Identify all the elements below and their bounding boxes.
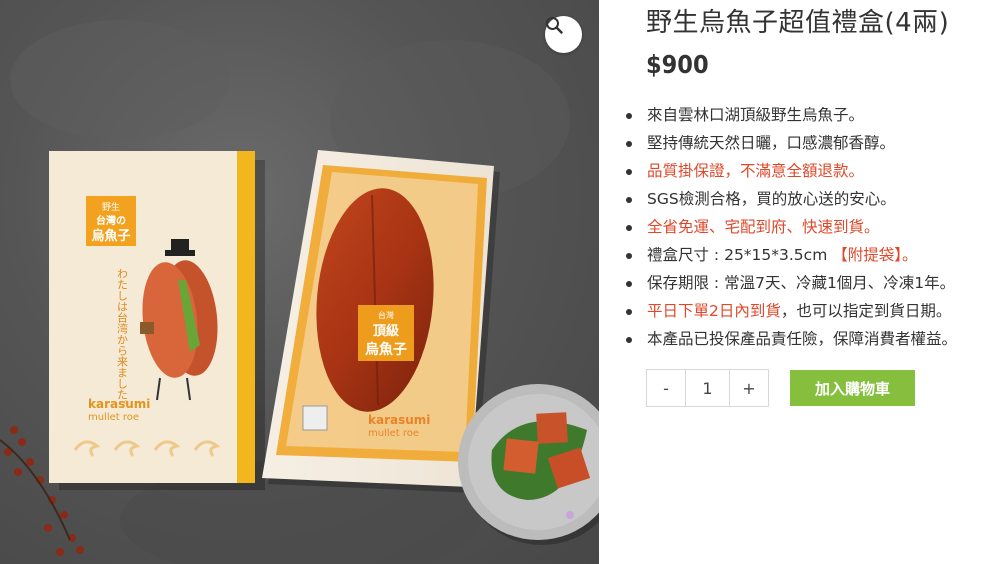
feature-text: 全省免運、宅配到府、快速到貨。 — [647, 218, 880, 236]
box-brand: karasumi — [88, 397, 150, 411]
product-title: 野生烏魚子超值禮盒(4兩) — [646, 8, 950, 38]
feature-text: 品質掛保證，不滿意全額退款。 — [647, 162, 865, 180]
feature-text: 禮盒尺寸 : 25*15*3.5cm — [647, 246, 833, 264]
feature-text: ，也可以指定到貨日期。 — [780, 302, 952, 320]
tray-brand: karasumi — [368, 413, 430, 427]
box-vertical-text: わたしは台湾から来ました。 — [116, 268, 129, 411]
feature-item: 全省免運、宅配到府、快速到貨。 — [624, 213, 957, 241]
feature-highlight: 【附提袋】。 — [832, 246, 918, 264]
feature-text: 保存期限 : 常溫7天、冷藏1個月、冷凍1年。 — [647, 274, 956, 292]
feature-item: 平日下單2日內到貨，也可以指定到貨日期。 — [624, 297, 957, 325]
product-summary: 野生烏魚子超值禮盒(4兩) $900 來自雲林口湖頂級野生烏魚子。 堅持傳統天然… — [599, 0, 1007, 564]
feature-item: 來自雲林口湖頂級野生烏魚子。 — [624, 101, 957, 129]
product-image[interactable]: 野生 台灣の 烏魚子 わたしは台湾から来ました。 karasumi mullet… — [0, 0, 599, 564]
feature-text: 來自雲林口湖頂級野生烏魚子。 — [647, 106, 865, 124]
quantity-input[interactable]: 1 — [686, 370, 730, 406]
product-price: $900 — [646, 50, 709, 79]
quantity-stepper: - 1 + — [646, 369, 769, 407]
box-tag-3: 烏魚子 — [91, 228, 130, 244]
tray-tag-2: 頂級 — [373, 323, 399, 339]
tray-tag-1: 台灣 — [378, 310, 394, 320]
box-tag-2: 台灣の — [96, 214, 126, 227]
feature-list: 來自雲林口湖頂級野生烏魚子。 堅持傳統天然日曬，口感濃郁香醇。 品質掛保證，不滿… — [624, 101, 957, 353]
zoom-button[interactable] — [545, 16, 582, 53]
feature-text: 本產品已投保產品責任險，保障消費者權益。 — [647, 330, 958, 348]
tray-sub: mullet roe — [368, 428, 419, 439]
box-sub: mullet roe — [88, 412, 139, 423]
feature-item: 品質掛保證，不滿意全額退款。 — [624, 157, 957, 185]
feature-item: 禮盒尺寸 : 25*15*3.5cm 【附提袋】。 — [624, 241, 957, 269]
feature-item: 堅持傳統天然日曬，口感濃郁香醇。 — [624, 129, 957, 157]
add-to-cart-button[interactable]: 加入購物車 — [790, 370, 915, 406]
feature-item: SGS檢測合格，買的放心送的安心。 — [624, 185, 957, 213]
feature-text: 堅持傳統天然日曬，口感濃郁香醇。 — [647, 134, 896, 152]
feature-text: SGS檢測合格，買的放心送的安心。 — [647, 190, 896, 208]
feature-item: 本產品已投保產品責任險，保障消費者權益。 — [624, 325, 957, 353]
quantity-plus-button[interactable]: + — [730, 370, 768, 406]
feature-item: 保存期限 : 常溫7天、冷藏1個月、冷凍1年。 — [624, 269, 957, 297]
box-tag-1: 野生 — [102, 201, 120, 213]
feature-highlight: 平日下單2日內到貨 — [647, 302, 781, 320]
tray-tag-3: 烏魚子 — [365, 341, 407, 358]
product-photo-illustration: 野生 台灣の 烏魚子 わたしは台湾から来ました。 karasumi mullet… — [0, 20, 599, 564]
gift-box: 野生 台灣の 烏魚子 わたしは台湾から来ました。 karasumi mullet… — [49, 151, 265, 490]
quantity-minus-button[interactable]: - — [647, 370, 686, 406]
